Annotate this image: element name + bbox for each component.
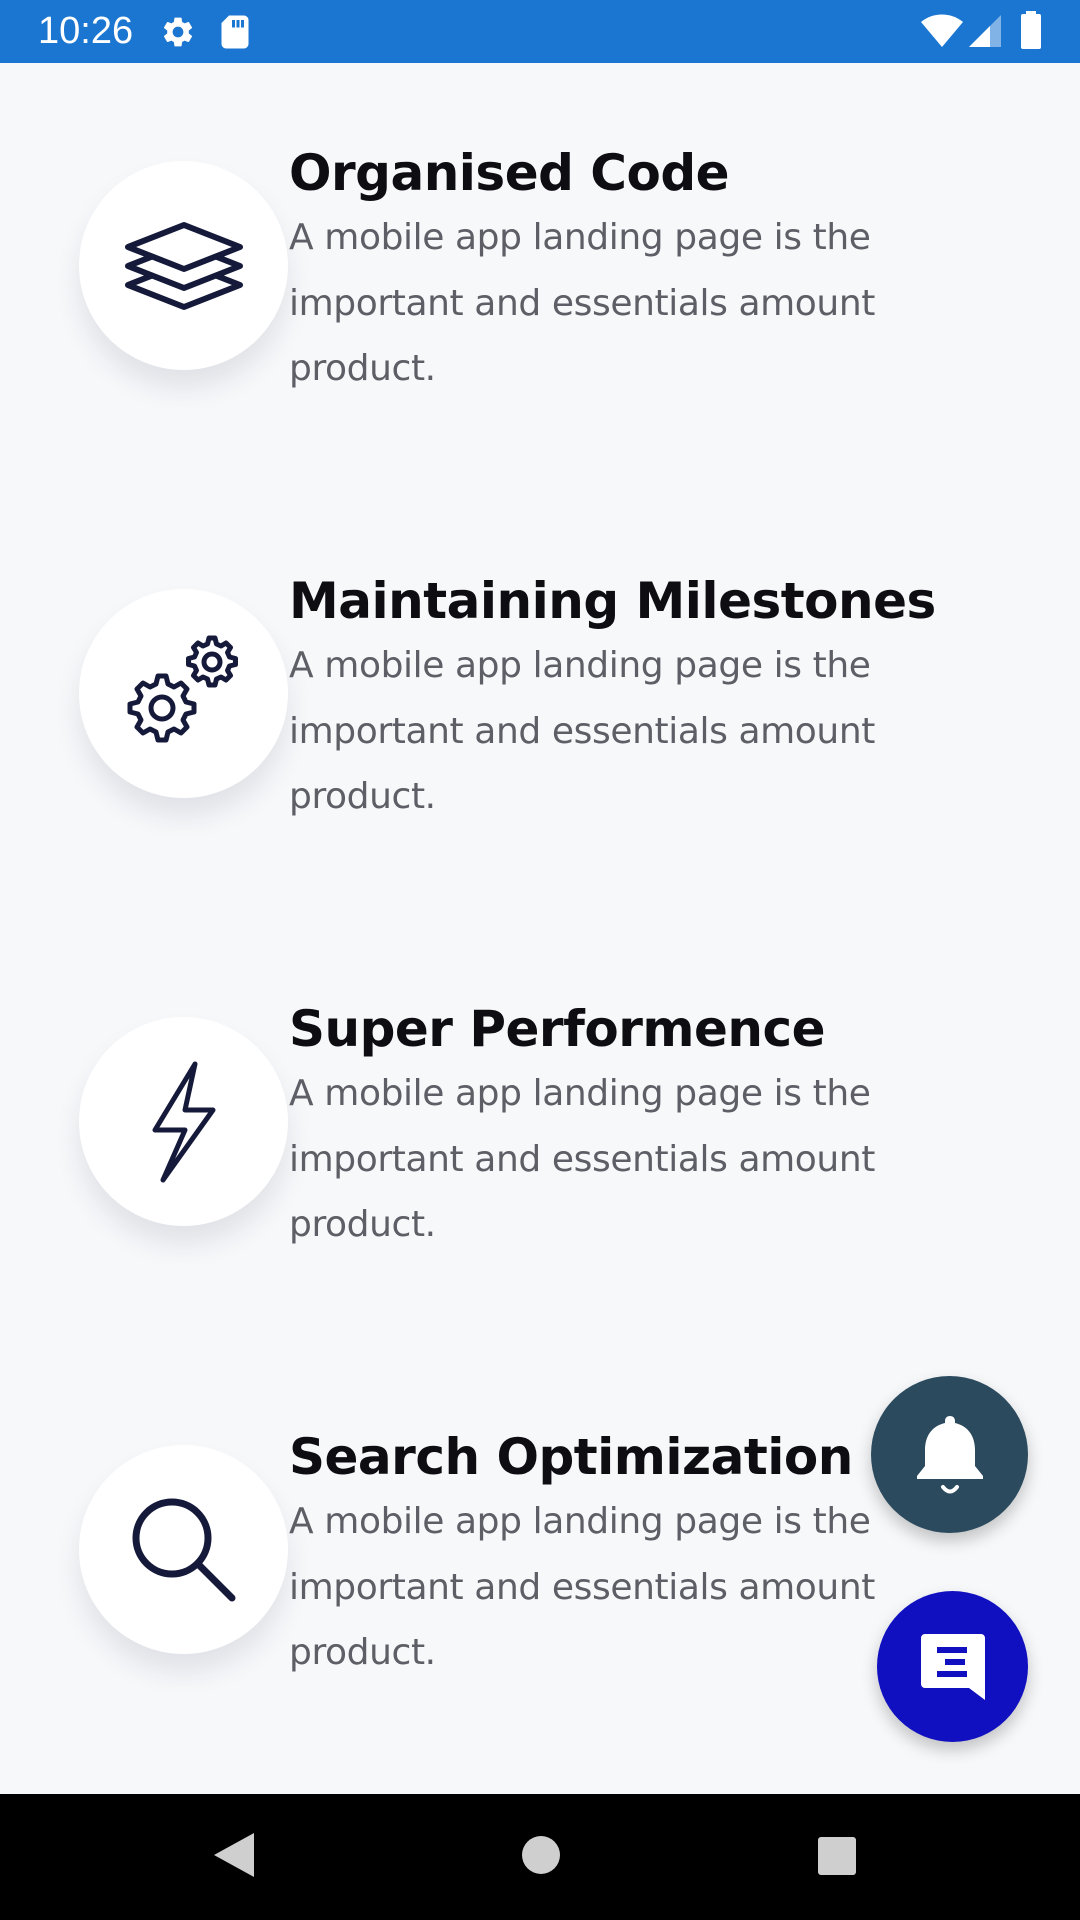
feature-title: Super Performence [289, 1000, 826, 1058]
layers-icon [124, 221, 243, 310]
feature-description: A mobile app landing page is the importa… [289, 217, 875, 389]
feature-title: Search Optimization [289, 1428, 853, 1486]
home-button[interactable] [520, 1834, 562, 1880]
feature-description: A mobile app landing page is the importa… [289, 645, 875, 817]
feature-icon-circle [79, 1445, 288, 1654]
feature-title: Maintaining Milestones [289, 572, 936, 630]
feature-description: A mobile app landing page is the importa… [289, 1073, 875, 1245]
back-icon [214, 1833, 254, 1877]
battery-icon [1020, 11, 1042, 53]
feature-item: Organised Code A mobile app landing page… [0, 143, 1080, 443]
home-icon [522, 1836, 560, 1874]
chat-icon [920, 1633, 985, 1700]
notification-button[interactable] [871, 1376, 1028, 1533]
feature-description: A mobile app landing page is the importa… [289, 1501, 875, 1673]
cell-signal-icon [968, 14, 1002, 52]
feature-icon-circle [79, 589, 288, 798]
feature-icon-circle [79, 161, 288, 370]
bell-icon [916, 1415, 983, 1493]
settings-icon [160, 14, 196, 54]
recents-icon [818, 1837, 856, 1875]
search-icon [132, 1498, 235, 1601]
chat-button[interactable] [877, 1591, 1028, 1742]
features-list[interactable]: Organised Code A mobile app landing page… [0, 63, 1080, 1794]
back-button[interactable] [210, 1830, 258, 1884]
feature-icon-circle [79, 1017, 288, 1226]
status-bar: 10:26 [0, 0, 1080, 63]
recents-button[interactable] [816, 1835, 858, 1881]
navigation-bar [0, 1794, 1080, 1920]
gears-icon [127, 635, 238, 742]
sd-card-icon [220, 14, 250, 54]
feature-title: Organised Code [289, 144, 730, 202]
wifi-icon [920, 14, 964, 52]
feature-item: Super Performence A mobile app landing p… [0, 999, 1080, 1299]
status-time: 10:26 [38, 10, 134, 52]
lightning-icon [152, 1061, 215, 1182]
feature-item: Maintaining Milestones A mobile app land… [0, 571, 1080, 871]
